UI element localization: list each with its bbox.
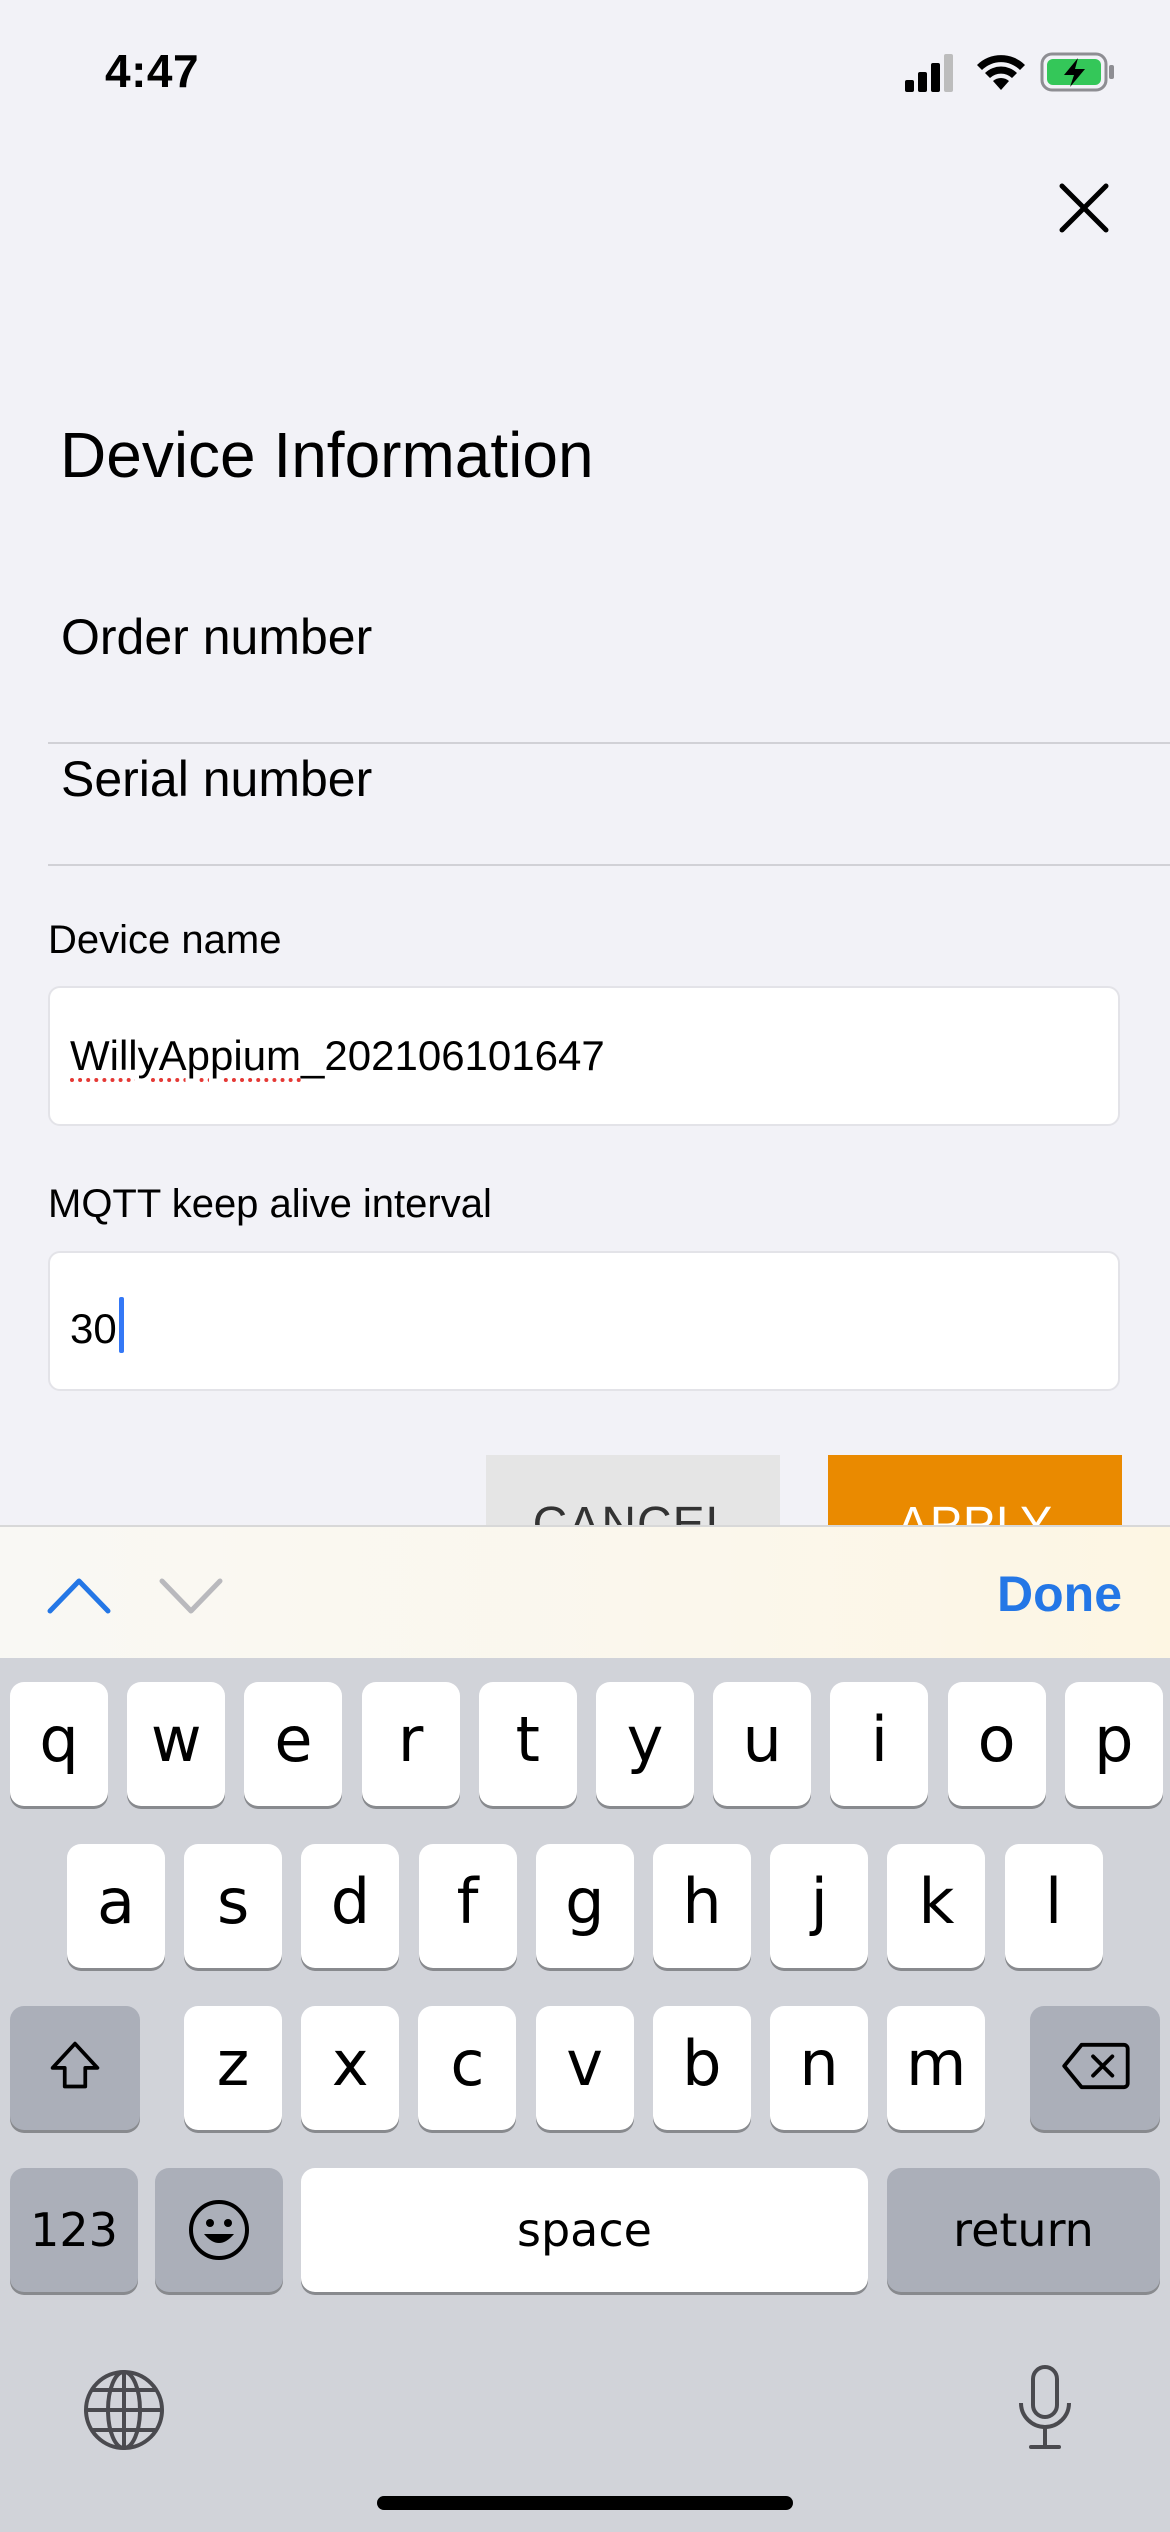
wifi-icon	[977, 55, 1025, 90]
emoji-key[interactable]	[155, 2168, 283, 2292]
key-j[interactable]: j	[770, 1844, 869, 1968]
delete-key[interactable]	[1030, 2006, 1160, 2130]
chevron-down-icon[interactable]	[158, 1565, 224, 1625]
device-name-field[interactable]: WillyAppium_202106101647	[48, 986, 1120, 1126]
key-z[interactable]: z	[184, 2006, 282, 2130]
key-x[interactable]: x	[301, 2006, 400, 2130]
key-i[interactable]: i	[830, 1682, 929, 1806]
page-title: Device Information	[60, 419, 594, 491]
shift-icon	[50, 2041, 100, 2089]
key-h[interactable]: h	[653, 1844, 751, 1968]
keyboard-accessory-bar: Done	[0, 1525, 1170, 1660]
close-icon[interactable]	[1048, 172, 1120, 244]
serial-number-row: Serial number	[48, 744, 1170, 866]
order-number-row: Order number	[48, 602, 1170, 744]
key-d[interactable]: d	[301, 1844, 400, 1968]
order-number-label: Order number	[61, 609, 373, 665]
microphone-icon[interactable]	[1015, 2363, 1075, 2453]
mqtt-keep-alive-label: MQTT keep alive interval	[48, 1182, 492, 1226]
key-v[interactable]: v	[535, 2006, 634, 2130]
serial-number-label: Serial number	[61, 751, 373, 807]
mqtt-value-text: 30	[70, 1305, 117, 1352]
key-o[interactable]: o	[947, 1682, 1046, 1806]
shift-key[interactable]	[10, 2006, 140, 2130]
numbers-key[interactable]: 123	[10, 2168, 138, 2292]
battery-charging-icon	[1040, 52, 1114, 92]
key-b[interactable]: b	[652, 2006, 751, 2130]
chevron-up-icon[interactable]	[46, 1565, 112, 1625]
key-l[interactable]: l	[1004, 1844, 1103, 1968]
key-q[interactable]: q	[10, 1682, 108, 1806]
status-time: 4:47	[105, 45, 200, 97]
keyboard: qwertyuiop asdfghjkl zxcvbnm 123 space r…	[0, 1658, 1170, 2532]
device-name-rest-part: _202106101647	[301, 1032, 605, 1079]
key-y[interactable]: y	[596, 1682, 694, 1806]
emoji-icon	[189, 2200, 249, 2260]
key-p[interactable]: p	[1064, 1682, 1163, 1806]
mqtt-keep-alive-value: 30	[70, 1297, 124, 1353]
text-cursor	[118, 1297, 124, 1353]
key-n[interactable]: n	[770, 2006, 868, 2130]
done-button[interactable]: Done	[997, 1565, 1122, 1623]
key-c[interactable]: c	[418, 2006, 517, 2130]
cellular-signal-icon	[905, 54, 953, 92]
key-u[interactable]: u	[713, 1682, 812, 1806]
key-g[interactable]: g	[535, 1844, 634, 1968]
key-a[interactable]: a	[67, 1844, 165, 1968]
home-indicator	[377, 2496, 793, 2510]
device-name-value: WillyAppium_202106101647	[70, 1032, 605, 1080]
key-m[interactable]: m	[887, 2006, 986, 2130]
mqtt-keep-alive-field[interactable]: 30	[48, 1251, 1120, 1391]
key-e[interactable]: e	[244, 1682, 343, 1806]
key-t[interactable]: t	[478, 1682, 577, 1806]
device-name-misspelled-part: WillyAppium	[70, 1032, 302, 1079]
globe-icon[interactable]	[82, 2368, 166, 2452]
delete-backspace-icon	[1062, 2042, 1130, 2090]
return-key[interactable]: return	[887, 2168, 1160, 2292]
key-k[interactable]: k	[887, 1844, 986, 1968]
key-s[interactable]: s	[184, 1844, 283, 1968]
key-r[interactable]: r	[361, 1682, 460, 1806]
key-w[interactable]: w	[127, 1682, 226, 1806]
key-f[interactable]: f	[418, 1844, 517, 1968]
space-key[interactable]: space	[301, 2168, 868, 2292]
device-name-label: Device name	[48, 918, 282, 962]
